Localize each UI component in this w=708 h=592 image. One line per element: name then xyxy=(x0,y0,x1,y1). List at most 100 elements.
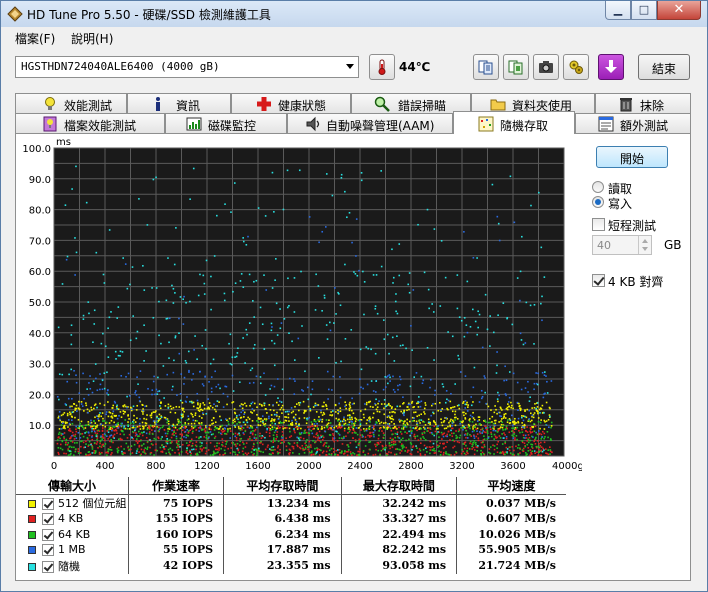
series-checkbox[interactable] xyxy=(42,560,54,573)
read-radio[interactable] xyxy=(592,181,604,193)
temperature-button[interactable] xyxy=(369,54,395,80)
size-cell[interactable]: 4 KB xyxy=(16,511,128,527)
start-button[interactable]: 開始 xyxy=(596,146,668,168)
short-test-checkbox[interactable] xyxy=(592,218,605,231)
data-point xyxy=(382,447,385,450)
menu-help[interactable]: 說明(H) xyxy=(71,30,113,47)
tab-benchmark[interactable]: 效能測試 xyxy=(15,93,127,113)
data-point xyxy=(126,406,128,409)
data-point xyxy=(214,435,217,438)
tab-file-benchmark[interactable]: 檔案效能測試 xyxy=(15,113,165,133)
data-point xyxy=(116,317,119,319)
data-point xyxy=(139,370,142,372)
data-point xyxy=(508,371,511,373)
align-4kb-checkbox[interactable] xyxy=(592,274,605,287)
data-point xyxy=(466,410,469,412)
data-point xyxy=(172,426,175,429)
maximize-button[interactable]: □ xyxy=(631,1,657,20)
tab-erase[interactable]: 抹除 xyxy=(595,93,691,113)
data-point xyxy=(68,373,70,376)
data-point xyxy=(517,421,520,424)
exit-button[interactable]: 結束 xyxy=(638,54,690,80)
data-point xyxy=(186,452,189,455)
screenshot-button[interactable] xyxy=(533,54,559,80)
data-point xyxy=(189,454,192,456)
title-bar[interactable]: HD Tune Pro 5.50 - 硬碟/SSD 檢測維護工具 ▁ □ ✕ xyxy=(1,1,707,27)
test-size-spinner[interactable]: 40 xyxy=(592,235,652,255)
series-checkbox[interactable] xyxy=(42,513,54,526)
series-checkbox[interactable] xyxy=(42,528,54,541)
data-point xyxy=(191,442,194,445)
minimize-button[interactable]: ▁ xyxy=(605,1,631,20)
data-point xyxy=(270,453,272,456)
close-button[interactable]: ✕ xyxy=(657,1,701,20)
data-point xyxy=(180,451,183,453)
data-point xyxy=(285,449,288,452)
data-point xyxy=(541,436,544,438)
data-point xyxy=(317,419,319,421)
copy-text-button[interactable] xyxy=(473,54,499,80)
data-point xyxy=(273,413,276,416)
data-point xyxy=(430,431,433,434)
data-point xyxy=(104,345,107,348)
data-point xyxy=(328,321,331,324)
data-point xyxy=(312,439,314,442)
size-cell[interactable]: 1 MB xyxy=(16,542,128,558)
data-point xyxy=(314,404,316,407)
data-point xyxy=(223,299,226,302)
tab-error-scan[interactable]: 錯誤掃瞄 xyxy=(351,93,471,113)
data-point xyxy=(311,380,314,382)
series-checkbox[interactable] xyxy=(42,498,54,510)
data-point xyxy=(348,430,351,433)
data-point xyxy=(314,402,317,405)
data-point xyxy=(416,415,419,418)
drive-select[interactable]: HGSTHDN724040ALE6400 (4000 gB) xyxy=(15,56,359,78)
options-button[interactable] xyxy=(563,54,589,80)
data-point xyxy=(351,403,354,405)
data-point xyxy=(437,425,440,427)
data-point xyxy=(91,445,94,448)
save-button[interactable] xyxy=(598,54,624,80)
write-radio[interactable] xyxy=(592,196,604,208)
spinner-arrows-icon[interactable] xyxy=(638,236,651,254)
menu-file[interactable]: 檔案(F) xyxy=(15,30,55,47)
size-cell[interactable]: 512 個位元組 xyxy=(16,495,128,512)
data-point xyxy=(348,423,351,426)
data-point xyxy=(100,342,103,345)
data-point xyxy=(157,430,160,432)
tab-extra-tests[interactable]: 額外測試 xyxy=(575,113,691,133)
series-checkbox[interactable] xyxy=(42,544,54,557)
data-point xyxy=(102,424,104,427)
tab-info[interactable]: 資訊 xyxy=(127,93,231,113)
data-point xyxy=(335,361,337,364)
tab-folder-usage[interactable]: 資料夾使用 xyxy=(471,93,595,113)
data-point xyxy=(323,426,326,429)
data-point xyxy=(190,422,193,425)
data-point xyxy=(380,403,383,405)
size-cell[interactable]: 隨機 xyxy=(16,558,128,574)
tab-health[interactable]: 健康狀態 xyxy=(231,93,351,113)
data-point xyxy=(247,452,250,455)
data-point xyxy=(307,448,309,451)
data-point xyxy=(119,355,121,357)
data-point xyxy=(95,377,97,380)
data-point xyxy=(195,429,198,431)
copy-info-button[interactable] xyxy=(503,54,529,80)
options-icon xyxy=(569,60,583,74)
size-cell[interactable]: 64 KB xyxy=(16,527,128,543)
data-point xyxy=(377,437,380,440)
data-point xyxy=(418,448,421,450)
data-point xyxy=(545,424,548,426)
data-point xyxy=(251,412,254,414)
tab-random-access[interactable]: 隨機存取 xyxy=(453,111,575,134)
data-point xyxy=(496,431,499,433)
data-point xyxy=(206,407,209,410)
data-point xyxy=(443,427,446,430)
tab-aam[interactable]: 自動噪聲管理(AAM) xyxy=(287,113,453,133)
data-point xyxy=(479,432,482,435)
data-point xyxy=(199,445,202,448)
data-point xyxy=(428,421,430,424)
tab-disk-monitor[interactable]: 磁碟監控 xyxy=(165,113,287,133)
data-point xyxy=(241,450,244,453)
data-point xyxy=(461,448,463,451)
